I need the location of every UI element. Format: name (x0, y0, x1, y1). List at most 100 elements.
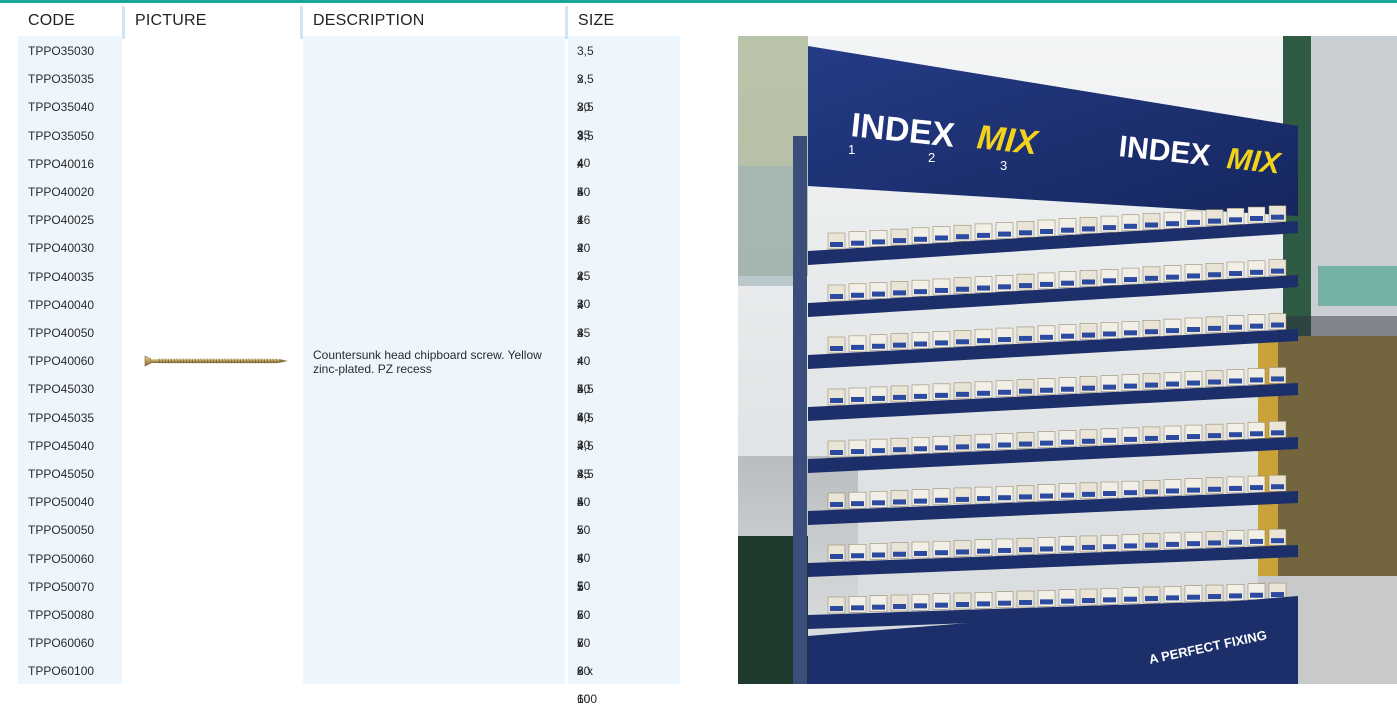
box-label (1019, 283, 1032, 289)
box-label (998, 389, 1011, 395)
box-label (977, 232, 990, 238)
cell-size: 4 x 16 (577, 156, 591, 227)
box-label (851, 292, 864, 298)
box-label (1082, 226, 1095, 232)
box-label (1082, 385, 1095, 391)
box-label (1103, 225, 1116, 231)
box-label (914, 341, 927, 347)
box-label (1187, 326, 1200, 332)
box-label (851, 396, 864, 402)
box-label (1040, 334, 1053, 340)
box-label (1040, 440, 1053, 446)
box-label (1103, 544, 1116, 550)
box-label (1250, 323, 1263, 329)
screw-image (144, 355, 288, 367)
box-label (1271, 322, 1284, 328)
box-label (893, 290, 906, 296)
box-label (1040, 493, 1053, 499)
box-label (1271, 214, 1284, 220)
box-label (851, 605, 864, 611)
cell-size: 4 x 50 (577, 326, 591, 396)
cell-code: TPPO50080 (28, 608, 95, 622)
box-label (1229, 324, 1242, 330)
box-label (956, 391, 969, 397)
box-label (1061, 545, 1074, 551)
box-label (1019, 494, 1032, 500)
cell-code: TPPO60060 (28, 636, 95, 651)
box-label (1061, 333, 1074, 339)
box-label (1019, 388, 1032, 394)
cell-code: TPPO40016 (28, 156, 95, 171)
box-label (998, 231, 1011, 237)
cell-code: TPPO40035 (28, 269, 95, 284)
box-label (1124, 596, 1137, 602)
box-label (1187, 434, 1200, 440)
box-label (977, 285, 990, 291)
box-label (998, 495, 1011, 501)
box-label (956, 602, 969, 608)
box-label (1250, 216, 1263, 221)
box-label (1208, 594, 1221, 600)
box-label (1229, 271, 1242, 277)
box-label (1124, 223, 1137, 229)
box-label (1166, 221, 1179, 227)
box-label (956, 549, 969, 555)
box-label (1145, 542, 1158, 548)
header-picture: PICTURE (135, 12, 207, 29)
sign-step-1: 1 (848, 142, 855, 157)
box-label (1271, 430, 1284, 436)
cell-size: 6 x 60 (577, 636, 591, 707)
cell-code: TPPO40040 (28, 297, 95, 312)
box-label (1040, 387, 1053, 393)
box-label (1187, 594, 1200, 600)
box-label (1145, 435, 1158, 441)
box-label (1271, 538, 1284, 544)
box-label (935, 340, 948, 346)
box-label (1208, 540, 1221, 546)
cell-size: 3,5 x 50 (577, 128, 594, 199)
box-label (977, 443, 990, 449)
box-label (851, 449, 864, 455)
box-label (872, 500, 885, 506)
box-label (1103, 384, 1116, 390)
box-label (1124, 383, 1137, 389)
box-label (830, 606, 843, 611)
box-label (1208, 433, 1221, 439)
box-label (935, 445, 948, 451)
cell-size: 4 x 30 (577, 241, 591, 312)
cell-size: 5 x 50 (577, 523, 591, 594)
cell-code: TPPO40050 (28, 326, 95, 340)
box-label (830, 398, 843, 403)
cell-size: 4 x 40 (577, 297, 591, 368)
sign-brand-mix-2: MIX (1225, 142, 1283, 181)
box-label (1208, 379, 1221, 385)
sign-step-2: 2 (928, 150, 935, 165)
box-label (1040, 229, 1053, 234)
box-label (1187, 219, 1200, 225)
box-label (830, 450, 843, 455)
box-label (1040, 281, 1053, 287)
box-label (956, 444, 969, 450)
box-label (1019, 547, 1032, 553)
box-label (851, 501, 864, 507)
box-label (977, 338, 990, 344)
box-label (1166, 435, 1179, 441)
box-label (977, 390, 990, 396)
box-label (893, 447, 906, 453)
box-label (1271, 268, 1284, 274)
box-label (1124, 330, 1137, 336)
box-label (1229, 485, 1242, 491)
box-label (1229, 593, 1242, 599)
box-label (1250, 485, 1263, 491)
box-label (872, 604, 885, 610)
box-label (1019, 335, 1032, 341)
box-label (1229, 378, 1242, 384)
box-label (935, 497, 948, 503)
box-label (1250, 269, 1263, 275)
box-label (1166, 595, 1179, 601)
product-description: Countersunk head chipboard screw. Yellow… (313, 348, 542, 376)
box-label (1208, 325, 1221, 331)
box-label (1082, 332, 1095, 338)
box-label (1145, 596, 1158, 602)
box-label (956, 496, 969, 502)
